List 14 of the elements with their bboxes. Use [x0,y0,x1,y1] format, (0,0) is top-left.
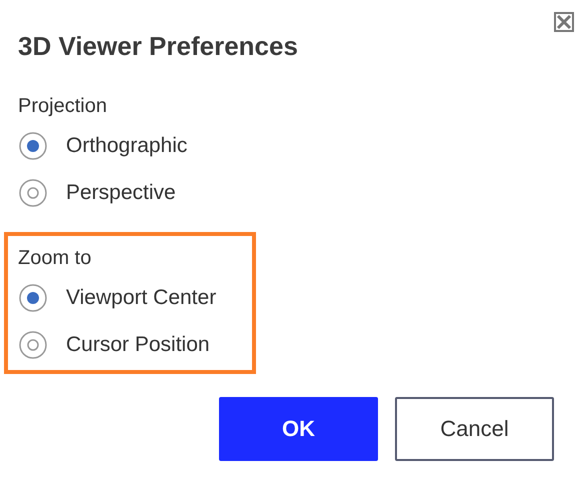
radio-button[interactable] [18,130,48,160]
ok-button[interactable]: OK [219,397,378,461]
radio-label: Cursor Position [66,332,210,356]
radio-label: Perspective [66,180,176,204]
cancel-button[interactable]: Cancel [395,397,554,461]
radio-label: Viewport Center [66,286,216,310]
radio-button[interactable] [18,178,48,208]
group-label: Zoom to [18,246,92,271]
group-label: Projection [18,94,108,119]
radio-label: Orthographic [66,134,188,158]
radio-button[interactable] [18,282,48,312]
radio-button[interactable] [18,330,48,360]
dialog-title: 3D Viewer Preferences [18,30,299,63]
close-icon[interactable] [554,12,574,32]
